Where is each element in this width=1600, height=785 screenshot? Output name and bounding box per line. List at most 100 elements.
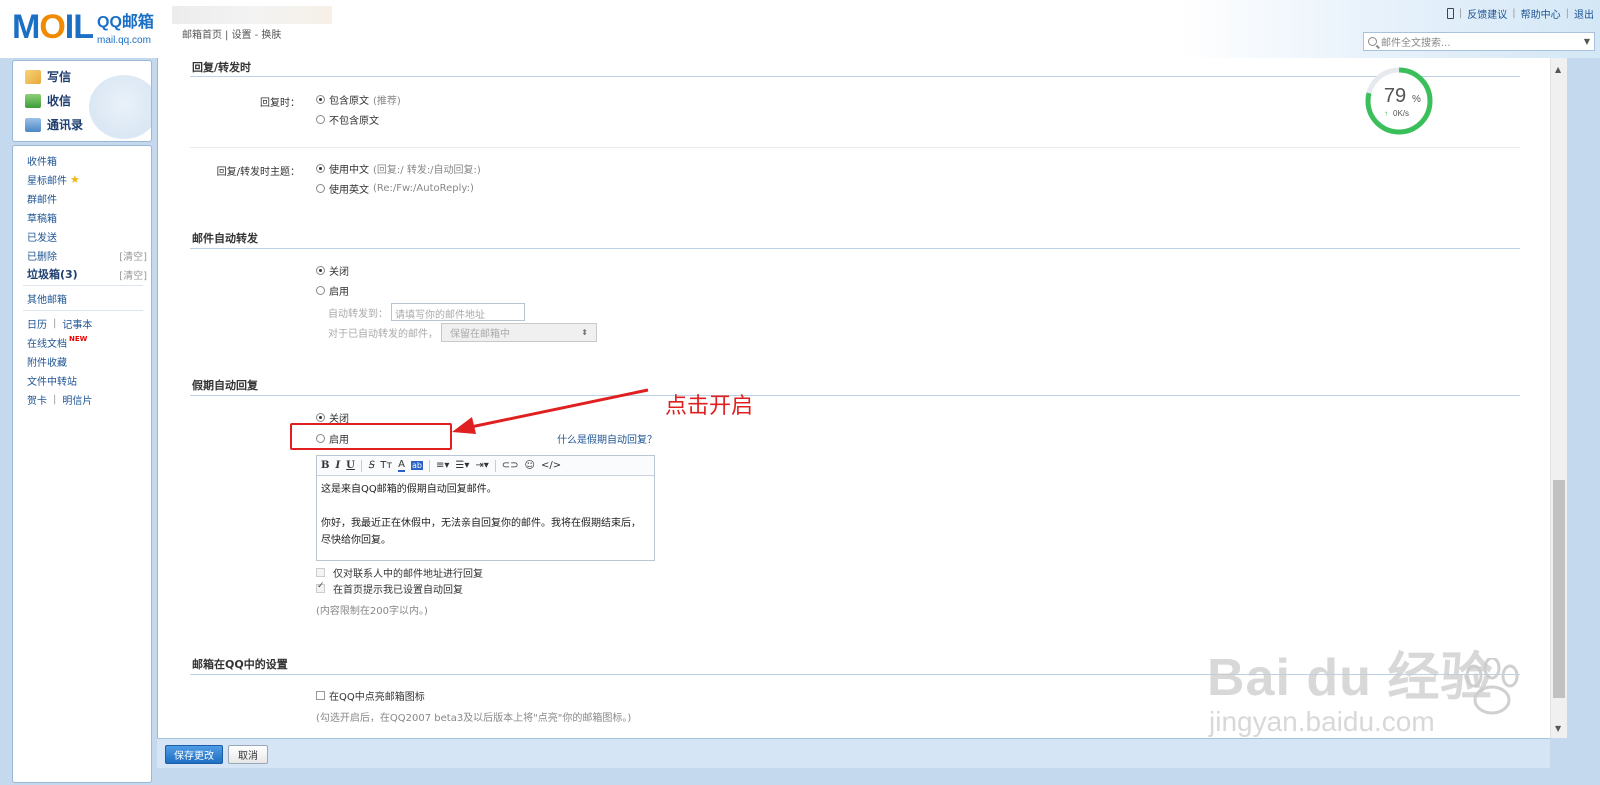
file-transfer-link[interactable]: 文件中转站 xyxy=(27,373,147,388)
phone-icon[interactable] xyxy=(1446,8,1454,19)
editor-line-1: 这是来自QQ邮箱的假期自动回复邮件。 xyxy=(321,484,497,495)
logo-mark: MOIL xyxy=(12,8,94,46)
pencil-icon xyxy=(25,69,41,84)
cancel-button[interactable]: 取消 xyxy=(228,745,268,764)
top-bar: MOIL QQ邮箱 mail.qq.com 邮箱首页 | 设置 - 换肤 | 反馈建… xyxy=(0,0,1600,58)
folder-inbox[interactable]: 收件箱 xyxy=(27,153,147,168)
limit-note: (内容限制在200字以内。) xyxy=(316,606,428,617)
help-link[interactable]: 帮助中心 xyxy=(1521,6,1561,21)
quick-actions-panel: 写信 收信 通讯录 xyxy=(12,60,152,142)
speed-percent: 79 xyxy=(1384,85,1406,107)
editor-content[interactable]: 这是来自QQ邮箱的假期自动回复邮件。 你好，我最近正在休假中，无法亲自回复你的邮… xyxy=(317,476,654,554)
folder-starred[interactable]: 星标邮件 ★ xyxy=(27,172,147,187)
nav-skin-link[interactable]: 换肤 xyxy=(261,30,281,41)
subject-english-option[interactable]: 使用英文 (Re:/Fw:/AutoReply:) xyxy=(316,181,474,196)
reply-section-title: 回复/转发时 xyxy=(192,61,252,74)
forward-section-title: 邮件自动转发 xyxy=(192,232,258,245)
qq-light-checkbox[interactable] xyxy=(316,691,325,700)
font-icon[interactable]: Ꭶ xyxy=(368,460,374,471)
folder-group[interactable]: 群邮件 xyxy=(27,191,147,206)
clear-spam-link[interactable]: [清空] xyxy=(119,267,147,282)
star-icon: ★ xyxy=(70,173,80,186)
nav-home-link[interactable]: 邮箱首页 xyxy=(182,30,222,41)
upload-arrow-icon: ↑ xyxy=(1384,109,1388,118)
online-docs-link[interactable]: 在线文档 NEW xyxy=(27,335,147,351)
logout-link[interactable]: 退出 xyxy=(1574,6,1594,21)
forward-off-option[interactable]: 关闭 xyxy=(316,263,349,278)
folder-deleted[interactable]: 已删除 [清空] xyxy=(27,248,147,263)
indent-icon[interactable]: ⇥▾ xyxy=(475,460,488,471)
inbox-download-icon xyxy=(25,93,41,108)
calendar-notes-row: 日历 | 记事本 xyxy=(27,316,93,331)
source-code-icon[interactable]: </> xyxy=(541,460,561,471)
scroll-thumb[interactable] xyxy=(1553,480,1565,698)
emoji-icon[interactable]: ☺ xyxy=(525,460,535,471)
reply-exclude-original-option[interactable]: 不包含原文 xyxy=(316,112,379,127)
font-color-icon[interactable]: A xyxy=(398,459,405,472)
section-divider xyxy=(190,76,1520,77)
main-scrollbar[interactable]: ▲ ▼ xyxy=(1550,58,1567,738)
nav-settings-link[interactable]: 设置 xyxy=(232,30,252,41)
reply-include-original-option[interactable]: 包含原文 (推荐) xyxy=(316,92,401,107)
background-color-icon[interactable]: ab xyxy=(411,461,423,470)
divider xyxy=(23,310,143,311)
scroll-down-icon[interactable]: ▼ xyxy=(1555,724,1561,733)
font-size-icon[interactable]: Tт xyxy=(380,460,392,471)
address-book-icon xyxy=(25,117,41,132)
penguin-decoration xyxy=(89,75,151,139)
baidu-watermark: Bai du 经验 jingyan.baidu.com xyxy=(1207,635,1493,738)
contacts-only-option[interactable]: 仅对联系人中的邮件地址进行回复 xyxy=(316,565,483,580)
link-icon[interactable]: ⊂⊃ xyxy=(502,460,519,471)
top-nav: 邮箱首页 | 设置 - 换肤 xyxy=(182,30,282,41)
radio-forward-on[interactable] xyxy=(316,286,325,295)
compose-button[interactable]: 写信 xyxy=(25,68,71,85)
chevron-down-icon[interactable]: ▼ xyxy=(1584,37,1590,46)
bold-icon[interactable]: B xyxy=(321,460,329,471)
receive-button[interactable]: 收信 xyxy=(25,92,71,109)
watermark-url: jingyan.baidu.com xyxy=(1209,706,1435,737)
folder-drafts[interactable]: 草稿箱 xyxy=(27,210,147,225)
forwarded-mail-select[interactable]: 保留在邮箱中 ⬍ xyxy=(441,323,597,342)
contacts-only-checkbox[interactable] xyxy=(316,568,325,577)
radio-subject-english[interactable] xyxy=(316,184,325,193)
speed-rate: 0K/s xyxy=(1393,109,1409,118)
clear-deleted-link[interactable]: [清空] xyxy=(119,248,147,263)
contacts-button[interactable]: 通讯录 xyxy=(25,116,83,133)
underline-icon[interactable]: U xyxy=(346,460,355,471)
radio-subject-chinese[interactable] xyxy=(316,164,325,173)
watermark-brand: Bai du 经验 xyxy=(1207,649,1494,707)
homepage-notice-option[interactable]: 在首页提示我已设置自动回复 xyxy=(316,581,463,596)
qq-mail-logo[interactable]: MOIL QQ邮箱 mail.qq.com xyxy=(12,6,154,46)
homepage-notice-checkbox[interactable] xyxy=(316,581,325,593)
auto-reply-editor[interactable]: B I U Ꭶ Tт A ab ≡▾ ☰▾ ⇥▾ ⊂⊃ ☺ </> 这是来自QQ… xyxy=(316,455,655,561)
notes-link[interactable]: 记事本 xyxy=(62,316,92,331)
save-button[interactable]: 保存更改 xyxy=(165,745,223,764)
folder-sent[interactable]: 已发送 xyxy=(27,229,147,244)
divider xyxy=(23,285,143,286)
reply-label: 回复时： xyxy=(260,98,300,109)
other-mailbox-link[interactable]: 其他邮箱 xyxy=(27,291,147,306)
forward-on-option[interactable]: 启用 xyxy=(316,283,349,298)
attachments-link[interactable]: 附件收藏 xyxy=(27,354,147,369)
postcards-link[interactable]: 明信片 xyxy=(62,392,92,407)
subject-label: 回复/转发时主题： xyxy=(216,167,300,178)
list-icon[interactable]: ☰▾ xyxy=(455,460,469,471)
radio-vacation-off[interactable] xyxy=(316,413,325,422)
forward-address-input[interactable]: 请填写你的邮件地址 xyxy=(391,303,525,321)
align-icon[interactable]: ≡▾ xyxy=(436,460,449,471)
radio-forward-off[interactable] xyxy=(316,266,325,275)
account-name-blurred xyxy=(172,6,332,24)
vacation-section-title: 假期自动回复 xyxy=(192,379,258,392)
feedback-link[interactable]: 反馈建议 xyxy=(1467,6,1507,21)
radio-include-original[interactable] xyxy=(316,95,325,104)
qq-light-option[interactable]: 在QQ中点亮邮箱图标 xyxy=(316,688,425,703)
italic-icon[interactable]: I xyxy=(335,460,340,471)
radio-exclude-original[interactable] xyxy=(316,115,325,124)
subject-chinese-option[interactable]: 使用中文 (回复:/ 转发:/自动回复:) xyxy=(316,161,481,176)
cards-link[interactable]: 贺卡 xyxy=(27,392,47,407)
folder-spam[interactable]: 垃圾箱(3) [清空] xyxy=(27,266,147,282)
mail-search-input[interactable]: 邮件全文搜索... ▼ xyxy=(1363,32,1595,51)
network-speed-widget: 79 % ↑ 0K/s xyxy=(1365,67,1433,135)
calendar-link[interactable]: 日历 xyxy=(27,316,47,331)
scroll-up-icon[interactable]: ▲ xyxy=(1555,65,1561,74)
